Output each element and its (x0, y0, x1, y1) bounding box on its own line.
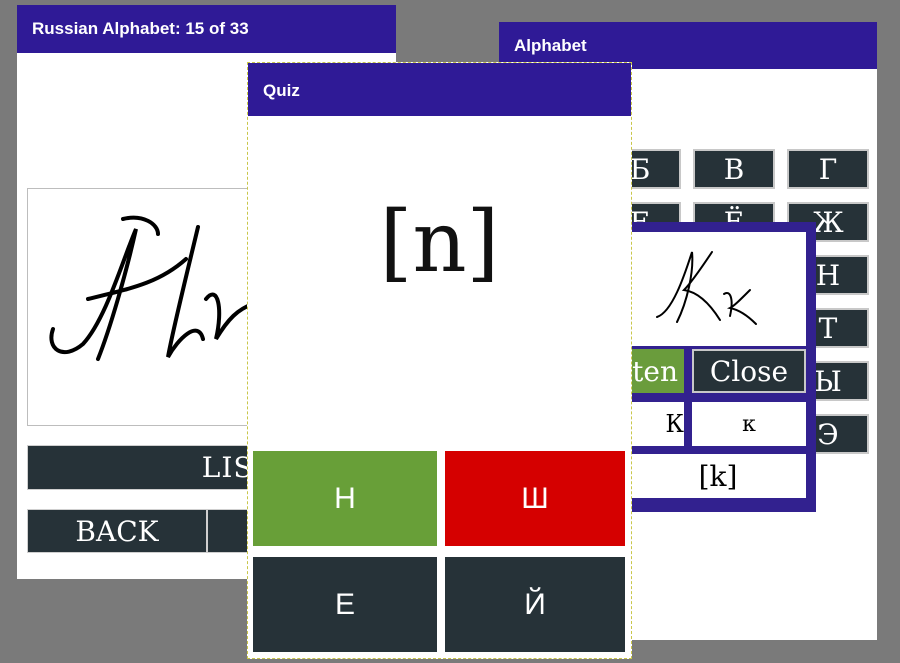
detail-uppercase-label: К (665, 410, 684, 438)
letter-cell-label: Г (818, 152, 838, 186)
letter-cell-label: Ж (812, 205, 844, 239)
detail-close-label: Close (709, 354, 789, 388)
quiz-window: Quiz [n] Н Ш Е Й (247, 62, 632, 659)
answer-button-2[interactable]: Ш (445, 451, 625, 546)
detail-listen-label: Listen (630, 354, 678, 388)
letter-cell[interactable]: В (693, 149, 775, 189)
letter-cell-label: Т (818, 311, 838, 345)
detail-cursive-image (656, 251, 757, 325)
letter-cell-label: Н (815, 258, 841, 292)
detail-lowercase: к (692, 402, 806, 446)
letter-cell-label: Ы (814, 364, 842, 398)
detail-sound-label: [k] (698, 459, 738, 493)
answer-label-1: Н (334, 481, 356, 515)
detail-listen-button[interactable]: Listen (630, 349, 684, 393)
letter-cell-label: Э (817, 417, 839, 451)
back-button[interactable]: BACK (27, 509, 207, 553)
answer-button-1[interactable]: Н (253, 451, 437, 546)
letter-cell-label: В (723, 152, 745, 186)
letter-detail-dialog: Listen Close К к [k] (616, 222, 816, 512)
back-label: BACK (75, 514, 159, 548)
detail-close-button[interactable]: Close (692, 349, 806, 393)
alphabet-window-title: Russian Alphabet: 15 of 33 (17, 5, 396, 53)
letter-cell-label: Б (629, 152, 651, 186)
quiz-title: Quiz (248, 63, 631, 116)
detail-cursive-panel (632, 232, 806, 346)
detail-lowercase-label: к (742, 411, 756, 437)
answer-label-4: Й (524, 587, 546, 621)
letter-cell[interactable]: Г (787, 149, 869, 189)
answer-button-4[interactable]: Й (445, 557, 625, 652)
detail-sound: [k] (630, 454, 806, 498)
answer-label-2: Ш (521, 481, 549, 515)
answer-label-3: Е (334, 587, 355, 621)
quiz-prompt: [n] (379, 193, 500, 291)
detail-uppercase: К (630, 402, 684, 446)
answer-button-3[interactable]: Е (253, 557, 437, 652)
